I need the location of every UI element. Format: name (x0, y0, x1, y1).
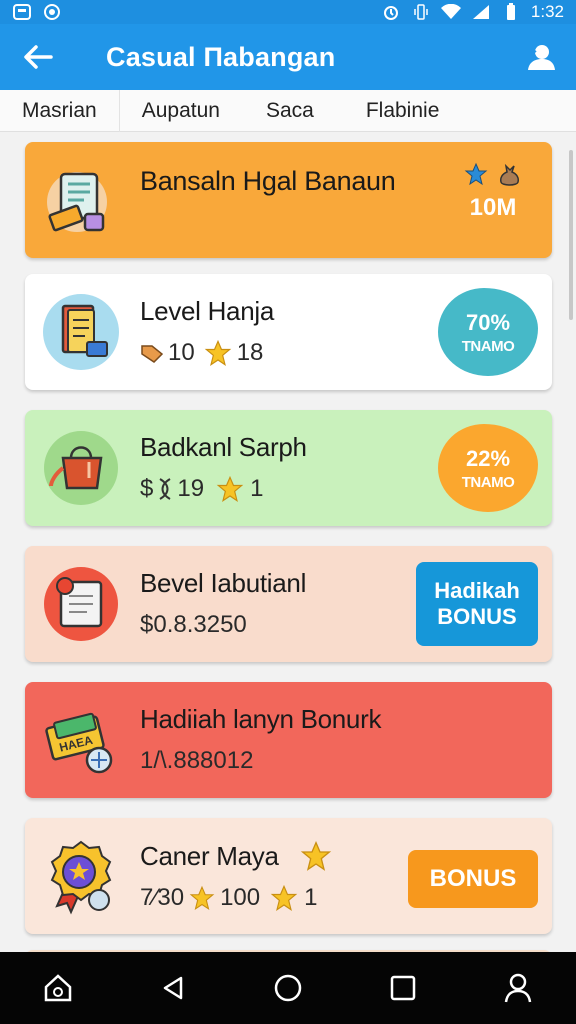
item-stat-a: 7⁄30 (140, 884, 185, 911)
cash-icon: HAEA (41, 700, 121, 780)
signal-icon (471, 3, 491, 21)
item-stat-c: 1 (304, 884, 318, 911)
hadikah-bonus-button[interactable]: Hadikah BONUS (416, 562, 538, 646)
circle-home-icon (274, 974, 302, 1002)
star-icon (270, 884, 298, 911)
square-recents-icon (390, 975, 416, 1001)
tab-bar: Masrian Aupatun Saca Flabinie (0, 89, 576, 132)
discount-badge: 70% TNAMO (438, 288, 538, 376)
tab-aupatun[interactable]: Aupatun (120, 90, 242, 132)
list-item[interactable]: Bevel Iabutianl $0.8.3250 Hadikah BONUS (25, 546, 552, 662)
document-icon (41, 292, 121, 372)
item-stat-text: 1/\.888012 (140, 747, 254, 774)
bonus-button[interactable]: BONUS (408, 850, 538, 908)
shopping-bag-icon (41, 428, 121, 508)
tag-icon (141, 345, 164, 363)
system-nav-bar (0, 952, 576, 1024)
item-stats: $ 19 1 (140, 475, 307, 503)
badge-percent: 22% (465, 445, 511, 471)
item-title: Hadiiah lanyn Bonurk (140, 704, 382, 734)
list-item[interactable]: Caner Maya 7⁄30 100 1 BONUS (25, 818, 552, 934)
item-stat-a: 10 (168, 339, 195, 366)
star-icon (216, 475, 244, 502)
medal-icon (41, 836, 121, 916)
vibrate-icon (411, 3, 431, 21)
list-item[interactable]: Level Hanja 10 18 70% TNAMO (25, 274, 552, 390)
star-icon (189, 885, 215, 911)
button-label-line2: BONUS (437, 604, 517, 629)
back-button[interactable] (0, 24, 76, 90)
tab-flabinie[interactable]: Flabinie (344, 90, 462, 132)
button-label-line1: Hadikah (434, 577, 520, 603)
recents-nav-button[interactable] (373, 958, 433, 1018)
profile-button[interactable] (506, 24, 576, 90)
alarm-icon (381, 3, 401, 21)
gallery-notification-icon (12, 3, 32, 21)
ticket-icon (41, 160, 121, 240)
reward-list: Bansaln Hgal Banaun 10M Level Hanja 10 1… (0, 132, 576, 952)
star-icon (464, 162, 488, 186)
battery-icon (501, 3, 521, 21)
item-stat-b: 100 (220, 884, 261, 911)
item-title: Bansaln Hgal Banaun (140, 166, 396, 196)
wifi-icon (440, 3, 461, 21)
star-icon (204, 339, 231, 366)
list-item[interactable]: HAEA Hadiiah lanyn Bonurk 1/\.888012 (25, 682, 552, 798)
tab-saca[interactable]: Saca (242, 90, 344, 132)
item-title: Level Hanja (140, 296, 275, 326)
user-icon (528, 45, 555, 70)
arrow-left-icon (24, 45, 53, 69)
item-stat-b: 1 (250, 475, 264, 502)
home-gear-icon (44, 974, 71, 1002)
page-title: Casual Пabangan (106, 41, 336, 72)
discount-badge: 22% TNAMO (438, 424, 538, 512)
badge-label: TNAMO (461, 473, 515, 491)
status-bar: 1:32 (0, 0, 576, 24)
account-nav-button[interactable] (488, 958, 548, 1018)
notebook-icon (41, 564, 121, 644)
list-item[interactable]: Bansaln Hgal Banaun 10M (25, 142, 552, 258)
item-stats: 10 18 (140, 339, 274, 367)
dna-icon (159, 478, 171, 500)
person-icon (505, 973, 532, 1003)
app-bar: Casual Пabangan (0, 24, 576, 90)
tab-masrian[interactable]: Masrian (0, 89, 120, 132)
sync-notification-icon (42, 3, 62, 21)
item-stats: 7⁄30 100 1 (140, 884, 333, 912)
status-time: 1:32 (530, 2, 564, 21)
home-assistant-button[interactable] (28, 958, 88, 1018)
badge-percent: 70% (465, 309, 511, 335)
item-title: Caner Maya (140, 840, 279, 871)
item-stat-b: 18 (236, 339, 264, 366)
home-nav-button[interactable] (258, 958, 318, 1018)
coin-bag-icon (500, 163, 519, 186)
item-currency: $ (140, 475, 154, 502)
item-stat-a: 19 (177, 475, 205, 502)
item-title: Badkanl Sarph (140, 432, 307, 462)
item-title-row: Caner Maya (140, 840, 333, 872)
back-nav-button[interactable] (143, 958, 203, 1018)
badge-label: TNAMO (461, 337, 515, 355)
triangle-back-icon (163, 976, 183, 1000)
item-stat-text: $0.8.3250 (140, 611, 247, 638)
star-icon (300, 840, 331, 871)
item-value: 10M (469, 194, 517, 221)
item-title: Bevel Iabutianl (140, 568, 307, 598)
list-item[interactable]: Badkanl Sarph $ 19 1 22% TNAMO (25, 410, 552, 526)
